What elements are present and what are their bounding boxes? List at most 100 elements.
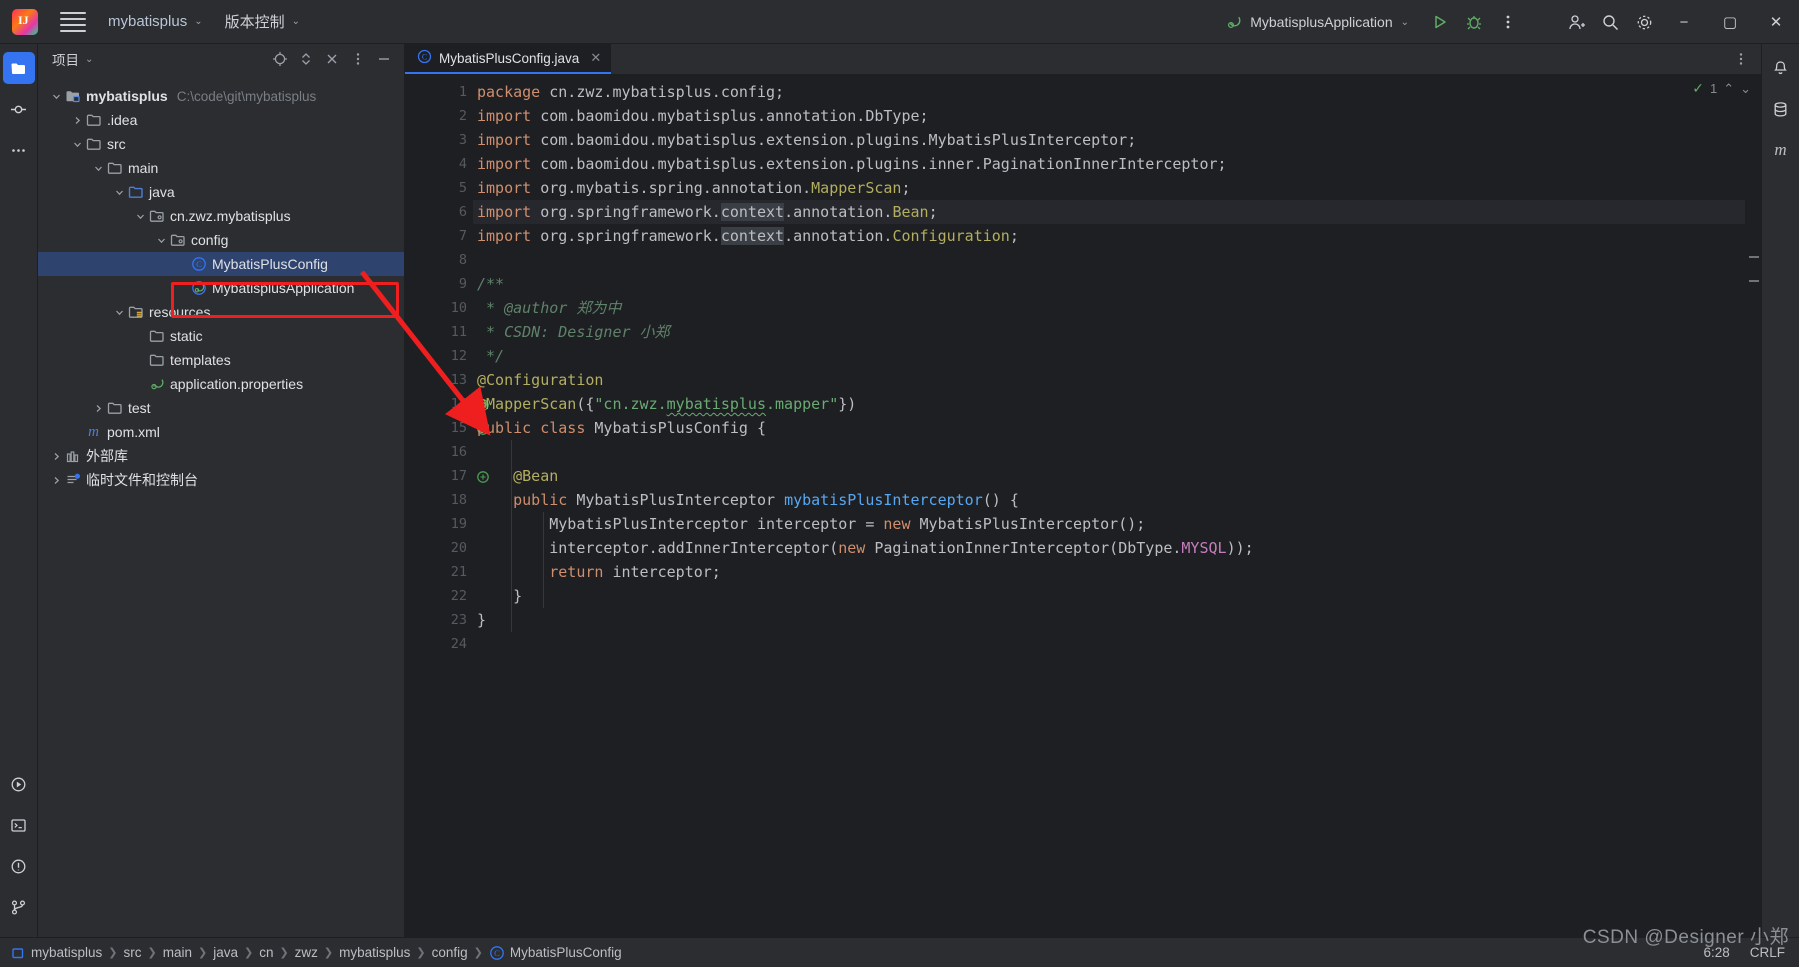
run-configuration-selector[interactable]: MybatisplusApplication ⌄	[1226, 14, 1409, 30]
notifications-bell-icon[interactable]	[1765, 52, 1797, 84]
code-line-14[interactable]: @MapperScan({"cn.zwz.mybatisplus.mapper"…	[473, 392, 1745, 416]
tree-node-pom-xml[interactable]: m pom.xml	[38, 420, 404, 444]
line-number-11[interactable]: 11	[405, 320, 473, 344]
next-problem-icon[interactable]: ⌄	[1740, 81, 1751, 97]
previous-problem-icon[interactable]: ⌃	[1723, 81, 1734, 97]
line-number-5[interactable]: 5	[405, 176, 473, 200]
tree-node-main[interactable]: main	[38, 156, 404, 180]
tree-node-test[interactable]: test	[38, 396, 404, 420]
code-line-9[interactable]: /**	[473, 272, 1745, 296]
database-icon[interactable]	[1765, 93, 1797, 125]
breadcrumb-item-config[interactable]: config	[432, 945, 468, 960]
maven-icon[interactable]: m	[1765, 134, 1797, 166]
terminal-icon[interactable]	[3, 809, 35, 841]
debug-button[interactable]	[1457, 5, 1491, 39]
version-control-dropdown[interactable]: 版本控制 ⌄	[225, 11, 300, 32]
code-line-3[interactable]: import com.baomidou.mybatisplus.extensio…	[473, 128, 1745, 152]
tree-node-src[interactable]: src	[38, 132, 404, 156]
code-line-23[interactable]: }	[473, 608, 1745, 632]
breadcrumb-item-zwz[interactable]: zwz	[295, 945, 318, 960]
project-file-tree[interactable]: mybatisplus C:\code\git\mybatisplus .idea s…	[38, 74, 404, 492]
line-number-8[interactable]: 8	[405, 248, 473, 272]
problems-icon[interactable]	[3, 850, 35, 882]
code-line-11[interactable]: * CSDN: Designer 小郑	[473, 320, 1745, 344]
chevron-down-icon[interactable]	[132, 212, 148, 221]
line-number-23[interactable]: 23	[405, 608, 473, 632]
line-number-10[interactable]: 10	[405, 296, 473, 320]
breadcrumb[interactable]: mybatisplus ❯ src ❯ main ❯ java ❯ cn ❯ zwz ❯ mybatis…	[10, 945, 622, 961]
search-icon[interactable]	[1593, 5, 1627, 39]
chevron-down-icon[interactable]	[69, 140, 85, 149]
tree-node---------[interactable]: 临时文件和控制台	[38, 468, 404, 492]
line-number-14[interactable]: 14	[405, 392, 489, 416]
hamburger-menu-icon[interactable]	[60, 11, 86, 33]
options-menu-icon[interactable]	[346, 47, 370, 71]
line-number-2[interactable]: 2	[405, 104, 473, 128]
tree-node--idea[interactable]: .idea	[38, 108, 404, 132]
chevron-right-icon[interactable]	[48, 452, 64, 461]
chevron-right-icon[interactable]	[90, 404, 106, 413]
chevron-down-icon[interactable]	[111, 188, 127, 197]
tree-node----[interactable]: 外部库	[38, 444, 404, 468]
code-line-18[interactable]: public MybatisPlusInterceptor mybatisPlu…	[473, 488, 1745, 512]
line-separator[interactable]: CRLF	[1750, 945, 1785, 960]
breadcrumb-item-mybatisplusconfig[interactable]: C MybatisPlusConfig	[489, 945, 622, 961]
tree-node-mybatisplusapplication[interactable]: MybatisplusApplication	[38, 276, 404, 300]
code-line-13[interactable]: @Configuration	[473, 368, 1745, 392]
maximize-button[interactable]: ▢	[1707, 0, 1753, 44]
code-line-17[interactable]: @Bean	[473, 464, 1745, 488]
target-locate-icon[interactable]	[268, 47, 292, 71]
breadcrumb-item-cn[interactable]: cn	[259, 945, 273, 960]
run-tool-icon[interactable]	[3, 768, 35, 800]
code-line-15[interactable]: public class MybatisPlusConfig {	[473, 416, 1745, 440]
code-line-22[interactable]: }	[473, 584, 1745, 608]
add-user-icon[interactable]	[1559, 5, 1593, 39]
project-name-dropdown[interactable]: mybatisplus ⌄	[108, 13, 203, 30]
breadcrumb-item-mybatisplus[interactable]: mybatisplus	[339, 945, 410, 960]
settings-gear-icon[interactable]	[1627, 5, 1661, 39]
breadcrumb-item-src[interactable]: src	[124, 945, 142, 960]
code-line-7[interactable]: import org.springframework.context.annot…	[473, 224, 1745, 248]
error-stripe-marker-bar[interactable]	[1745, 74, 1761, 937]
editor-tab-mybatisplusconfig[interactable]: C MybatisPlusConfig.java ✕	[405, 44, 612, 74]
project-panel-title-dropdown[interactable]: 项目 ⌄	[52, 49, 93, 69]
code-line-1[interactable]: package cn.zwz.mybatisplus.config;	[473, 80, 1745, 104]
chevron-down-icon[interactable]	[111, 308, 127, 317]
hide-panel-icon[interactable]	[372, 47, 396, 71]
line-number-21[interactable]: 21	[405, 560, 473, 584]
line-number-18[interactable]: 18	[405, 488, 473, 512]
line-number-19[interactable]: 19	[405, 512, 473, 536]
chevron-right-icon[interactable]	[48, 476, 64, 485]
close-button[interactable]: ✕	[1753, 0, 1799, 44]
line-number-12[interactable]: 12	[405, 344, 473, 368]
chevron-down-icon[interactable]	[48, 92, 64, 101]
caret-position[interactable]: 6:28	[1703, 945, 1729, 960]
code-line-5[interactable]: import org.mybatis.spring.annotation.Map…	[473, 176, 1745, 200]
code-line-16[interactable]	[473, 440, 1745, 464]
git-branch-icon[interactable]	[3, 891, 35, 923]
code-line-4[interactable]: import com.baomidou.mybatisplus.extensio…	[473, 152, 1745, 176]
code-line-6[interactable]: import org.springframework.context.annot…	[473, 200, 1745, 224]
line-number-6[interactable]: 6	[405, 200, 473, 224]
tree-node-resources[interactable]: resources	[38, 300, 404, 324]
breadcrumb-item-main[interactable]: main	[163, 945, 192, 960]
breadcrumb-item-java[interactable]: java	[213, 945, 238, 960]
line-number-16[interactable]: 16	[405, 440, 473, 464]
code-line-10[interactable]: * @author 郑为中	[473, 296, 1745, 320]
run-button[interactable]	[1423, 5, 1457, 39]
sidebar-item-project[interactable]	[2, 52, 35, 84]
code-line-2[interactable]: import com.baomidou.mybatisplus.annotati…	[473, 104, 1745, 128]
line-number-17[interactable]: 17	[405, 464, 489, 488]
line-number-20[interactable]: 20	[405, 536, 473, 560]
code-line-8[interactable]	[473, 248, 1745, 272]
code-viewport[interactable]: 1 2 3 4 5 6 7 8 9 10 11 12 13 14 15 16 17 18 19 20 21 22 23 24 …	[405, 74, 1761, 937]
breadcrumb-item-mybatisplus[interactable]: mybatisplus	[10, 945, 102, 961]
chevron-down-icon[interactable]	[153, 236, 169, 245]
code-line-20[interactable]: interceptor.addInnerInterceptor(new Pagi…	[473, 536, 1745, 560]
tree-node-mybatisplus[interactable]: mybatisplus C:\code\git\mybatisplus	[38, 84, 404, 108]
tree-node-cn-zwz-mybatisplus[interactable]: cn.zwz.mybatisplus	[38, 204, 404, 228]
sidebar-item-more[interactable]	[3, 134, 35, 166]
code-line-19[interactable]: MybatisPlusInterceptor interceptor = new…	[473, 512, 1745, 536]
tree-node-java[interactable]: java	[38, 180, 404, 204]
line-number-4[interactable]: 4	[405, 152, 473, 176]
